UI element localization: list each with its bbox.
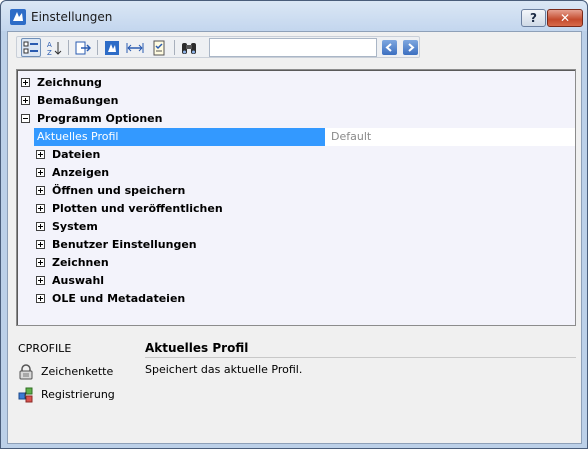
categorized-view-icon[interactable] xyxy=(21,38,41,57)
expand-plus-icon[interactable] xyxy=(36,150,45,159)
tree-item-label: OLE und Metadateien xyxy=(52,292,186,305)
checklist-icon[interactable] xyxy=(149,38,169,57)
expand-plus-icon[interactable] xyxy=(36,240,45,249)
tree-item-label: Bemaßungen xyxy=(37,94,119,107)
window-title: Einstellungen xyxy=(31,10,113,24)
settings-window: Einstellungen ? ✕ A Z Zeichnung Bemaßung… xyxy=(0,0,588,449)
toolbar-separator xyxy=(174,40,175,55)
bricscad-logo-icon xyxy=(10,9,26,25)
close-button[interactable]: ✕ xyxy=(547,9,583,27)
binoculars-icon[interactable] xyxy=(179,38,199,57)
variable-storage-label: Registrierung xyxy=(41,388,115,401)
svg-text:Z: Z xyxy=(47,49,52,56)
arrow-right-icon[interactable] xyxy=(403,40,418,55)
property-name[interactable]: Aktuelles Profil xyxy=(34,128,325,146)
dialog-body: A Z Zeichnung Bemaßungen Programm Option… xyxy=(7,31,582,444)
tree-item-label: System xyxy=(52,220,98,233)
lock-icon xyxy=(19,364,33,380)
search-input[interactable] xyxy=(209,38,377,57)
expand-plus-icon[interactable] xyxy=(36,168,45,177)
tree-item-label: Zeichnen xyxy=(52,256,109,269)
dimension-settings-icon[interactable] xyxy=(125,38,145,57)
tree-item-label: Dateien xyxy=(52,148,101,161)
expand-plus-icon[interactable] xyxy=(36,258,45,267)
settings-tree: Zeichnung Bemaßungen Programm Optionen A… xyxy=(16,69,576,326)
tree-item-label: Zeichnung xyxy=(37,76,102,89)
title-bar[interactable]: Einstellungen ? ✕ xyxy=(1,1,587,31)
toolbar-separator xyxy=(68,40,69,55)
tree-item-label: Anzeigen xyxy=(52,166,110,179)
expand-plus-icon[interactable] xyxy=(36,186,45,195)
export-icon[interactable] xyxy=(73,38,93,57)
tree-item-label: Öffnen und speichern xyxy=(52,184,186,197)
settings-toolbar: A Z xyxy=(16,36,420,58)
help-button[interactable]: ? xyxy=(521,9,546,27)
expand-plus-icon[interactable] xyxy=(36,294,45,303)
variable-name: CPROFILE xyxy=(18,342,72,355)
tree-item-label: Benutzer Einstellungen xyxy=(52,238,197,251)
drawing-settings-icon[interactable] xyxy=(102,38,122,57)
tree-item-label: Auswahl xyxy=(52,274,105,287)
tree-item-label: Programm Optionen xyxy=(37,112,163,125)
description-text: Speichert das aktuelle Profil. xyxy=(145,363,303,376)
tree-item-label: Plotten und veröffentlichen xyxy=(52,202,223,215)
expand-plus-icon[interactable] xyxy=(36,276,45,285)
expand-plus-icon[interactable] xyxy=(36,204,45,213)
registry-icon xyxy=(18,387,33,403)
description-panel: Aktuelles Profil Speichert das aktuelle … xyxy=(145,338,576,438)
arrow-left-icon[interactable] xyxy=(382,40,397,55)
expand-plus-icon[interactable] xyxy=(21,96,30,105)
svg-text:A: A xyxy=(47,41,52,49)
collapse-minus-icon[interactable] xyxy=(21,114,30,123)
property-row-aktuelles-profil[interactable]: Aktuelles Profil Default xyxy=(34,128,575,146)
toolbar-separator xyxy=(97,40,98,55)
variable-type-label: Zeichenkette xyxy=(41,365,114,378)
expand-plus-icon[interactable] xyxy=(36,222,45,231)
property-value[interactable]: Default xyxy=(326,128,575,146)
description-title: Aktuelles Profil xyxy=(145,338,576,358)
sort-alphabetical-icon[interactable]: A Z xyxy=(44,38,64,57)
expand-plus-icon[interactable] xyxy=(21,78,30,87)
